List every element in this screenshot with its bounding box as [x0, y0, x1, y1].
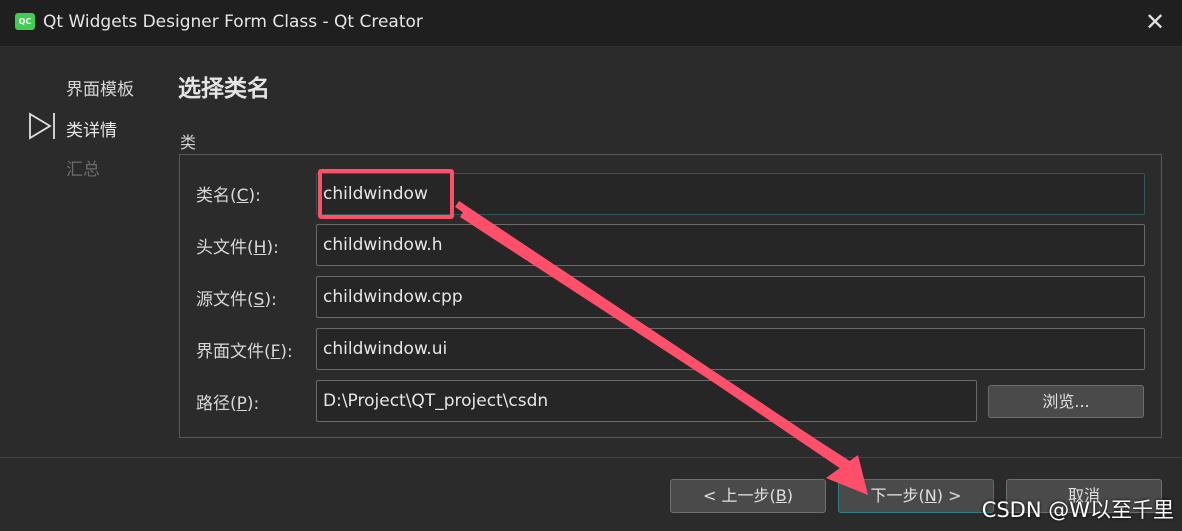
qt-creator-logo-icon: QC	[15, 13, 35, 30]
mnemonic: B	[775, 486, 787, 505]
window-title: Qt Widgets Designer Form Class - Qt Crea…	[43, 12, 423, 32]
mnemonic: N	[924, 486, 937, 505]
page-title: 选择类名	[178, 76, 270, 102]
class-name-input[interactable]	[316, 173, 1145, 215]
footer-separator	[0, 457, 1182, 458]
next-button[interactable]: 下一步(N) >	[838, 479, 994, 513]
mnemonic: C	[236, 186, 249, 206]
back-button[interactable]: < 上一步(B)	[670, 479, 826, 513]
source-file-input[interactable]	[316, 276, 1145, 318]
mnemonic: H	[253, 238, 267, 258]
wizard-step-class-details: 类详情	[66, 121, 117, 141]
browse-button[interactable]: 浏览...	[988, 385, 1144, 418]
source-file-label: 源文件(S):	[196, 290, 277, 310]
mnemonic: P	[236, 394, 247, 414]
wizard-step-summary: 汇总	[66, 160, 100, 180]
class-name-label: 类名(C):	[196, 186, 261, 206]
watermark: CSDN @W以至千里	[981, 498, 1174, 522]
header-file-input[interactable]	[316, 224, 1145, 266]
mnemonic: S	[253, 290, 265, 310]
mnemonic: F	[270, 342, 281, 362]
path-input[interactable]	[316, 380, 977, 422]
current-step-arrow-icon	[29, 112, 55, 140]
path-label: 路径(P):	[196, 394, 260, 414]
wizard-step-form-template: 界面模板	[66, 80, 134, 100]
header-file-label: 头文件(H):	[196, 238, 279, 258]
form-file-input[interactable]	[316, 328, 1145, 370]
title-bar: QC Qt Widgets Designer Form Class - Qt C…	[0, 0, 1182, 47]
close-button[interactable]: ✕	[1128, 0, 1182, 46]
form-file-label: 界面文件(F):	[196, 342, 293, 362]
close-icon: ✕	[1144, 8, 1166, 36]
group-title: 类	[180, 133, 197, 152]
